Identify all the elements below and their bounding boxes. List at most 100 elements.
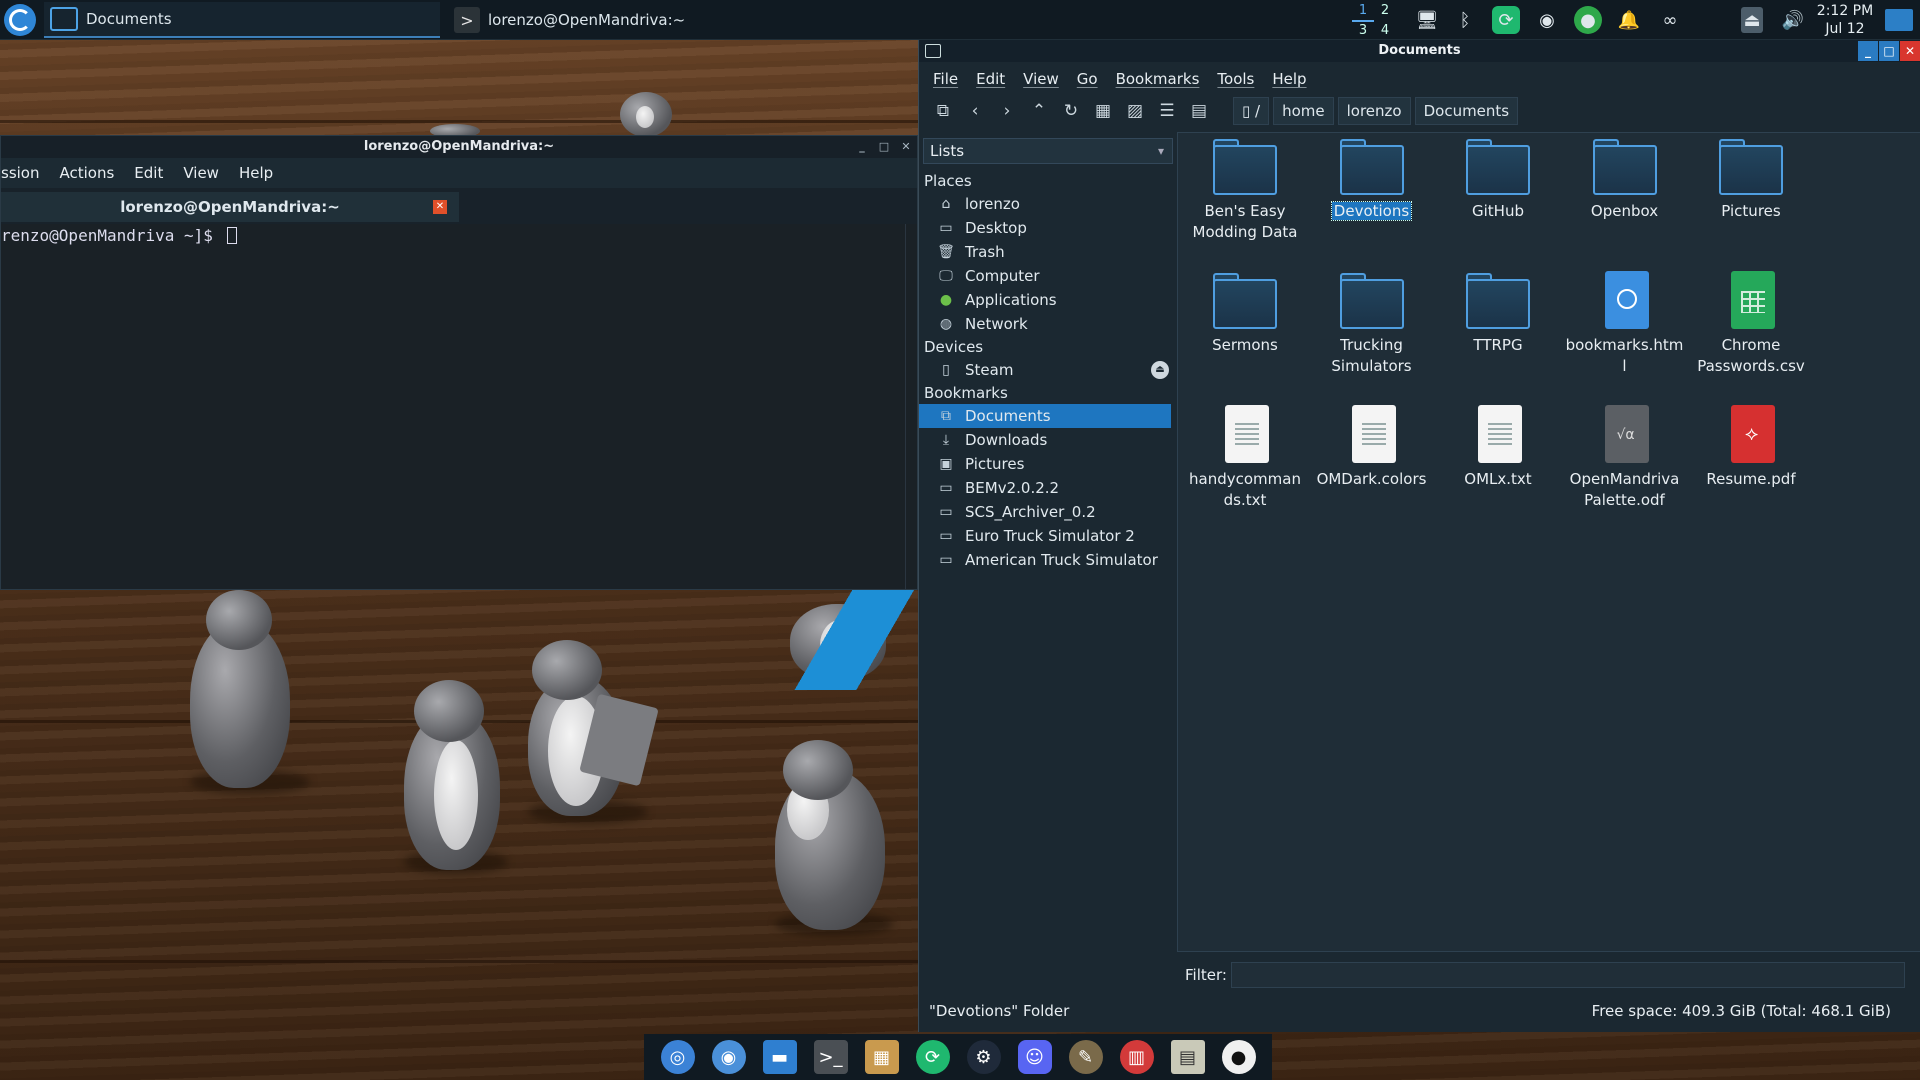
clock[interactable]: 2:12 PM Jul 12 [1812, 2, 1878, 38]
folder-item[interactable]: Sermons [1182, 271, 1308, 356]
menu-help[interactable]: Help [1272, 70, 1306, 88]
menu-actions[interactable]: Actions [59, 164, 114, 182]
sidebar-item-ats[interactable]: ▭ American Truck Simulator [919, 548, 1177, 572]
file-manager-titlebar[interactable]: Documents _ □ ✕ [919, 40, 1920, 62]
sidebar-item-network[interactable]: ◍ Network [919, 312, 1177, 336]
gimp-icon[interactable]: ✎ [1068, 1040, 1103, 1074]
steam-icon[interactable]: ⚙ [966, 1040, 1001, 1074]
up-icon[interactable]: ⌃ [1027, 99, 1051, 123]
folder-item[interactable]: Openbox [1562, 137, 1688, 222]
new-tab-icon[interactable]: ⧉ [931, 99, 955, 123]
sidebar-item-bemv[interactable]: ▭ BEMv2.0.2.2 [919, 476, 1177, 500]
file-item[interactable]: OMDark.colors [1309, 405, 1435, 490]
files-icon[interactable]: ▬ [762, 1040, 797, 1074]
show-desktop-icon[interactable] [1885, 9, 1913, 31]
folder-item[interactable]: Devotions [1309, 137, 1435, 222]
crumb-lorenzo[interactable]: lorenzo [1337, 97, 1411, 125]
workspace-2[interactable]: 2 [1374, 2, 1396, 22]
menu-bookmarks[interactable]: Bookmarks [1116, 70, 1200, 88]
terminal-scrollbar[interactable] [905, 224, 917, 589]
menu-tools[interactable]: Tools [1217, 70, 1254, 88]
folder-item[interactable]: TTRPG [1435, 271, 1561, 356]
icon-view-icon[interactable]: ▦ [1091, 99, 1115, 123]
task-documents[interactable]: Documents [44, 2, 440, 38]
file-item[interactable]: bookmarks.html [1562, 271, 1688, 377]
back-icon[interactable]: ‹ [963, 99, 987, 123]
folder-item[interactable]: Ben's Easy Modding Data [1182, 137, 1308, 243]
menu-go[interactable]: Go [1077, 70, 1098, 88]
sidebar-item-downloads[interactable]: ⤓ Downloads [919, 428, 1177, 452]
terminal-titlebar[interactable]: lorenzo@OpenMandriva:~ _ □ ✕ [1, 136, 917, 158]
detailed-view-icon[interactable]: ▤ [1187, 99, 1211, 123]
bluetooth-icon[interactable]: ᛒ [1451, 6, 1479, 34]
sidebar-item-ets2[interactable]: ▭ Euro Truck Simulator 2 [919, 524, 1177, 548]
crumb-documents[interactable]: Documents [1414, 97, 1519, 125]
file-item[interactable]: √α OpenMandrivaPalette.odf [1562, 405, 1688, 511]
archive-icon[interactable]: ▦ [864, 1040, 899, 1074]
terminal-icon[interactable]: >_ [813, 1040, 848, 1074]
folder-item[interactable]: Pictures [1688, 137, 1814, 222]
close-button[interactable]: ✕ [1900, 41, 1920, 61]
maximize-button[interactable]: □ [1879, 41, 1899, 61]
workspace-3[interactable]: 3 [1352, 22, 1374, 40]
display-icon[interactable]: 🖥 [1413, 6, 1441, 34]
sidebar-item-documents[interactable]: ⧉ Documents [919, 404, 1171, 428]
eject-icon[interactable]: ⏏ [1151, 361, 1169, 379]
workspace-1[interactable]: 1 [1352, 2, 1374, 22]
menu-edit[interactable]: Edit [134, 164, 163, 182]
forward-icon[interactable]: › [995, 99, 1019, 123]
sidebar-item-scs-archiver[interactable]: ▭ SCS_Archiver_0.2 [919, 500, 1177, 524]
notification-bell-icon[interactable]: 🔔 [1615, 6, 1643, 34]
openmandriva-menu-icon[interactable] [4, 3, 36, 36]
record-icon[interactable]: ● [1574, 6, 1602, 34]
network-icon[interactable]: ∞ [1656, 6, 1684, 34]
terminal-output[interactable]: renzo@OpenMandriva ~]$ [1, 224, 905, 589]
menu-session[interactable]: ssion [1, 164, 39, 182]
toggle-icon[interactable]: ◉ [711, 1040, 746, 1074]
folder-item[interactable]: Trucking Simulators [1309, 271, 1435, 377]
minimize-button[interactable]: _ [1858, 41, 1878, 61]
discord-icon[interactable]: ☺ [1017, 1040, 1052, 1074]
crumb-root[interactable]: ▯ / [1233, 97, 1270, 125]
menu-help[interactable]: Help [239, 164, 273, 182]
document-icon[interactable]: ▤ [1170, 1040, 1205, 1074]
file-item[interactable]: handycommands.txt [1182, 405, 1308, 511]
maximize-button[interactable]: □ [875, 138, 893, 156]
thumbnail-view-icon[interactable]: ▨ [1123, 99, 1147, 123]
sidebar-item-lorenzo[interactable]: ⌂ lorenzo [919, 192, 1177, 216]
filter-input[interactable] [1231, 962, 1905, 988]
crumb-home[interactable]: home [1273, 97, 1334, 125]
sidebar-item-pictures[interactable]: ▣ Pictures [919, 452, 1177, 476]
sidebar-item-trash[interactable]: 🗑 Trash [919, 240, 1177, 264]
sidebar-item-desktop[interactable]: ▭ Desktop [919, 216, 1177, 240]
sidebar-item-steam[interactable]: ▯ Steam ⏏ [919, 358, 1177, 382]
file-icon-view[interactable]: Ben's Easy Modding Data Devotions GitHub Op… [1177, 132, 1920, 952]
book-icon[interactable]: ▥ [1119, 1040, 1154, 1074]
file-item[interactable]: Chrome Passwords.csv [1688, 271, 1814, 377]
folder-item[interactable]: GitHub [1435, 137, 1561, 222]
terminal-tab[interactable]: lorenzo@OpenMandriva:~ ✕ [1, 192, 459, 222]
workspace-4[interactable]: 4 [1374, 22, 1396, 40]
compact-view-icon[interactable]: ☰ [1155, 99, 1179, 123]
menu-file[interactable]: File [933, 70, 958, 88]
sidebar-item-computer[interactable]: 🖵 Computer [919, 264, 1177, 288]
file-item[interactable]: ⟡ Resume.pdf [1688, 405, 1814, 490]
menu-edit[interactable]: Edit [976, 70, 1005, 88]
file-item[interactable]: OMLx.txt [1435, 405, 1561, 490]
task-terminal[interactable]: > lorenzo@OpenMandriva:~ [448, 2, 838, 38]
chromium-icon[interactable]: ◎ [660, 1040, 695, 1074]
close-button[interactable]: ✕ [897, 138, 915, 156]
minimize-button[interactable]: _ [853, 138, 871, 156]
github-icon[interactable]: ● [1221, 1040, 1256, 1074]
sidebar-item-applications[interactable]: ● Applications [919, 288, 1177, 312]
side-pane-mode-select[interactable]: Lists [923, 138, 1173, 164]
workspace-pager[interactable]: 1 2 3 4 [1352, 2, 1396, 38]
sync-icon[interactable]: ⟳ [915, 1040, 950, 1074]
removable-drive-icon[interactable]: ⏏ [1741, 7, 1763, 33]
volume-icon[interactable]: 🔊 [1779, 6, 1807, 34]
tab-close-icon[interactable]: ✕ [433, 200, 447, 214]
discord-icon[interactable]: ◉ [1533, 6, 1561, 34]
sync-icon[interactable]: ⟳ [1492, 6, 1520, 34]
menu-view[interactable]: View [183, 164, 219, 182]
reload-icon[interactable]: ↻ [1059, 99, 1083, 123]
